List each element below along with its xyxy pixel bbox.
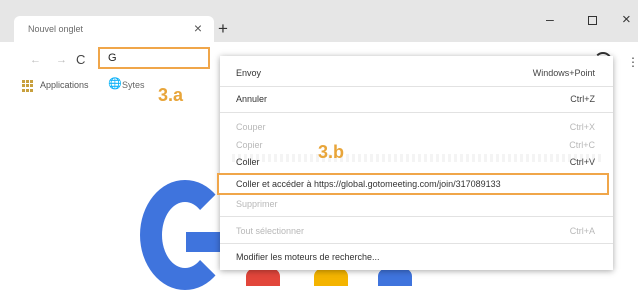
menu-shortcut-paste: Ctrl+V xyxy=(569,157,595,167)
menu-divider xyxy=(220,112,613,113)
menu-divider xyxy=(220,243,613,244)
menu-item-paste-and-go[interactable]: Coller et accéder à https://global.gotom… xyxy=(217,173,609,195)
close-tab-icon[interactable]: × xyxy=(194,20,202,36)
menu-item-emoji[interactable]: Envoy xyxy=(236,68,261,78)
menu-divider xyxy=(220,86,613,87)
minimize-icon[interactable]: – xyxy=(546,12,554,26)
back-arrow-icon[interactable]: ← xyxy=(30,55,41,66)
menu-divider xyxy=(220,216,613,217)
annotation-3a: 3.a xyxy=(158,85,184,105)
annotation-3b: 3.b xyxy=(318,142,345,162)
menu-item-paste[interactable]: Coller xyxy=(236,157,260,167)
paste-and-go-label: Coller et accéder à https://global.gotom… xyxy=(236,179,501,189)
menu-item-undo[interactable]: Annuler xyxy=(236,94,267,104)
more-menu-icon[interactable]: ⋮ xyxy=(627,56,638,68)
apps-grid-icon[interactable] xyxy=(22,80,34,92)
context-menu: Envoy Windows+Point Annuler Ctrl+Z Coupe… xyxy=(217,56,613,270)
menu-shortcut-emoji: Windows+Point xyxy=(532,68,595,78)
menu-item-select-all[interactable]: Tout sélectionner xyxy=(236,226,304,236)
window-close-icon[interactable]: × xyxy=(622,12,631,27)
tab-title: Nouvel onglet xyxy=(28,24,84,34)
scan-artifact xyxy=(232,154,602,162)
reload-icon[interactable]: C xyxy=(76,53,85,66)
menu-item-cut[interactable]: Couper xyxy=(236,122,266,132)
menu-item-delete[interactable]: Supprimer xyxy=(236,199,278,209)
forward-arrow-icon[interactable]: → xyxy=(56,55,67,66)
maximize-icon[interactable] xyxy=(588,16,597,25)
menu-shortcut-cut: Ctrl+X xyxy=(569,122,595,132)
tab-strip: Nouvel onglet × + – × xyxy=(0,0,638,42)
menu-shortcut-select-all: Ctrl+A xyxy=(569,226,595,236)
menu-item-edit-search-engines[interactable]: Modifier les moteurs de recherche... xyxy=(236,252,380,262)
address-bar-text: G xyxy=(108,52,117,64)
new-tab-icon[interactable]: + xyxy=(218,20,228,37)
menu-item-copy[interactable]: Copier xyxy=(236,140,263,150)
globe-icon: 🌐 xyxy=(108,78,122,90)
bookmark-applications[interactable]: Applications xyxy=(40,80,89,90)
menu-shortcut-undo: Ctrl+Z xyxy=(570,94,595,104)
menu-shortcut-copy: Ctrl+C xyxy=(569,140,595,150)
bookmark-site[interactable]: Sytes xyxy=(122,80,145,90)
tab-new-tab[interactable]: Nouvel onglet × xyxy=(14,16,214,42)
address-bar[interactable]: G xyxy=(98,47,210,69)
